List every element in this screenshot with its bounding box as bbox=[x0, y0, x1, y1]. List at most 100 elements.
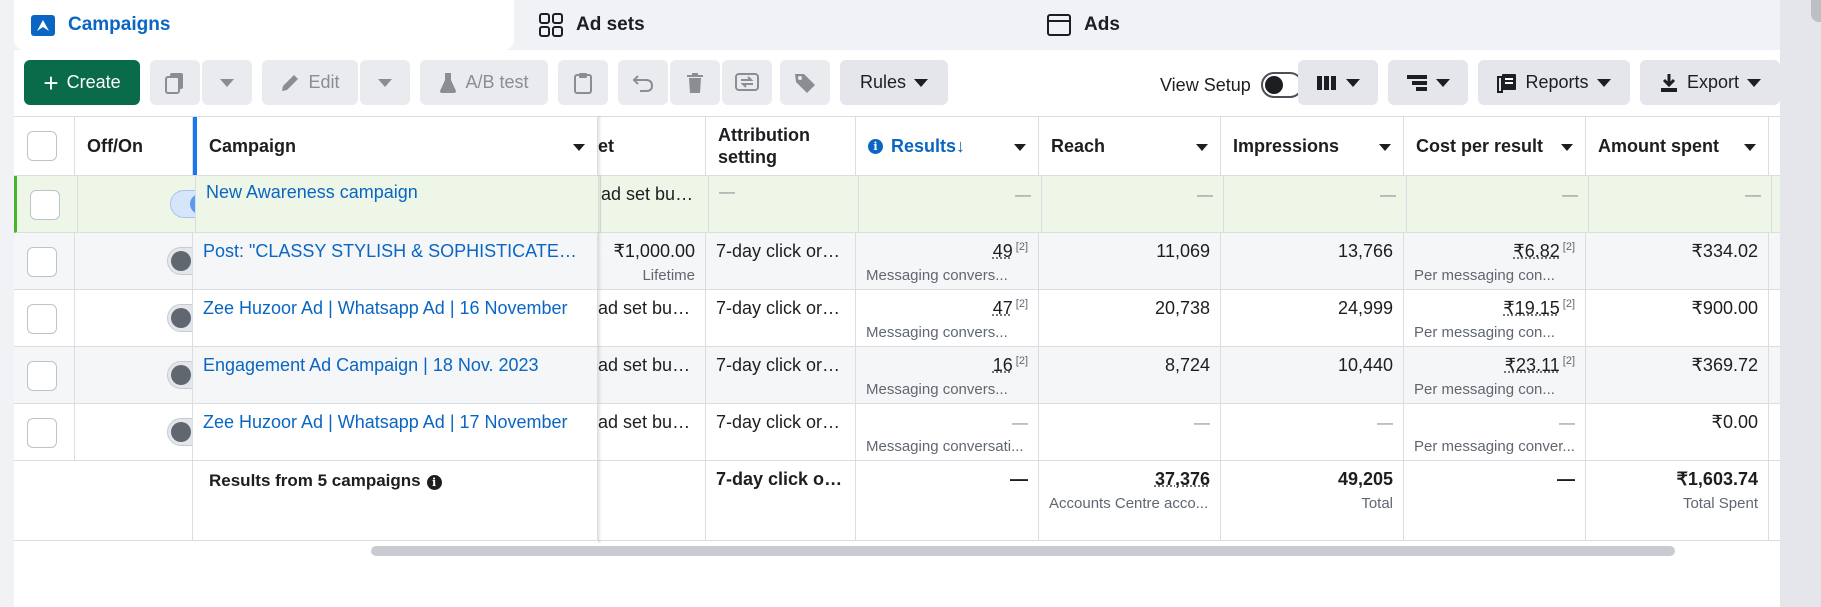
columns-button[interactable] bbox=[1298, 60, 1378, 105]
view-setup-label: View Setup bbox=[1160, 74, 1251, 95]
columns-icon bbox=[1317, 75, 1336, 90]
row-toggle-cell bbox=[75, 404, 193, 460]
tab-campaigns[interactable]: Campaigns bbox=[14, 0, 514, 50]
results-value[interactable]: 47 bbox=[993, 298, 1013, 318]
select-all-checkbox[interactable] bbox=[27, 131, 57, 161]
row-checkbox[interactable] bbox=[27, 361, 57, 391]
results-footnote: [2] bbox=[1015, 241, 1028, 253]
header-spent-label: Amount spent bbox=[1598, 135, 1719, 156]
horizontal-scrollbar[interactable] bbox=[371, 546, 1675, 556]
level-tabs: Campaigns Ad sets Ads bbox=[14, 0, 1780, 50]
header-impressions[interactable]: Impressions bbox=[1221, 117, 1404, 175]
export-button[interactable]: Export bbox=[1640, 60, 1780, 105]
summary-impressions-value: 49,205 bbox=[1337, 469, 1393, 489]
duplicate-menu-button[interactable] bbox=[202, 60, 252, 105]
row-spent: ₹369.72 bbox=[1586, 347, 1769, 403]
header-off-on-label: Off/On bbox=[87, 135, 143, 156]
header-budget[interactable]: et bbox=[598, 117, 706, 175]
attribution-value: 7-day click or 1... bbox=[716, 412, 845, 432]
edit-button[interactable]: Edit bbox=[262, 60, 358, 105]
table-row[interactable]: Post: "CLASSY STYLISH & SOPHISTICATED ..… bbox=[14, 233, 1780, 290]
summary-reach-value[interactable]: 37,376 bbox=[1049, 469, 1210, 490]
summary-reach-sub: Accounts Centre acco... bbox=[1049, 495, 1209, 512]
spent-value: ₹0.00 bbox=[1711, 412, 1759, 432]
table-row[interactable]: Engagement Ad Campaign | 18 Nov. 2023 ad… bbox=[14, 347, 1780, 404]
summary-attribution-value: 7-day click or ... bbox=[716, 469, 845, 489]
breakdown-button[interactable] bbox=[1388, 60, 1468, 105]
cpr-value: — bbox=[1559, 415, 1575, 432]
summary-attribution: 7-day click or ... bbox=[706, 461, 856, 540]
row-select bbox=[14, 290, 75, 346]
campaign-name-link[interactable]: Post: "CLASSY STYLISH & SOPHISTICATED ..… bbox=[203, 241, 587, 262]
ab-test-button[interactable]: A/B test bbox=[420, 60, 548, 105]
row-spent: — bbox=[1589, 176, 1772, 232]
duplicate-button[interactable] bbox=[150, 60, 200, 105]
campaign-on-off-toggle[interactable] bbox=[167, 247, 192, 275]
header-campaign[interactable]: Campaign bbox=[193, 117, 598, 175]
header-cost-per-result[interactable]: Cost per result bbox=[1404, 117, 1586, 175]
info-icon[interactable]: i bbox=[426, 475, 442, 490]
row-checkbox[interactable] bbox=[27, 418, 57, 448]
row-spent: ₹900.00 bbox=[1586, 290, 1769, 346]
row-spent: ₹334.02 bbox=[1586, 233, 1769, 289]
header-results[interactable]: i Results ↓ bbox=[856, 117, 1039, 175]
edit-menu-button[interactable] bbox=[360, 60, 410, 105]
create-button[interactable]: + Create bbox=[24, 60, 140, 105]
row-campaign: Zee Huzoor Ad | Whatsapp Ad | 17 Novembe… bbox=[193, 404, 598, 460]
header-reach-label: Reach bbox=[1051, 135, 1106, 156]
cpr-value[interactable]: ₹19.15 bbox=[1503, 298, 1560, 318]
sort-desc-icon: ↓ bbox=[956, 135, 966, 156]
table-row[interactable]: Zee Huzoor Ad | Whatsapp Ad | 17 Novembe… bbox=[14, 404, 1780, 461]
row-results: — Messaging conversati... bbox=[856, 404, 1039, 460]
campaign-on-off-toggle[interactable] bbox=[167, 304, 192, 332]
budget-value: ad set bud... bbox=[598, 355, 695, 375]
undo-button[interactable] bbox=[618, 60, 668, 105]
row-impressions: 24,999 bbox=[1221, 290, 1404, 346]
budget-value: ₹1,000.00 bbox=[613, 241, 695, 261]
panel-edge-handle[interactable] bbox=[1811, 0, 1821, 22]
results-value[interactable]: 49 bbox=[993, 241, 1013, 261]
chevron-down-icon bbox=[1436, 78, 1450, 87]
table-row[interactable]: Zee Huzoor Ad | Whatsapp Ad | 16 Novembe… bbox=[14, 290, 1780, 347]
tab-ads[interactable]: Ads bbox=[1030, 0, 1530, 50]
row-checkbox[interactable] bbox=[27, 304, 57, 334]
preview-button[interactable] bbox=[722, 60, 772, 105]
campaign-on-off-toggle[interactable] bbox=[167, 361, 192, 389]
campaign-name-link[interactable]: Zee Huzoor Ad | Whatsapp Ad | 16 Novembe… bbox=[203, 298, 587, 319]
header-reach[interactable]: Reach bbox=[1039, 117, 1221, 175]
reports-button[interactable]: Reports bbox=[1478, 60, 1630, 105]
row-budget: ad set bud... bbox=[598, 290, 706, 346]
row-checkbox[interactable] bbox=[30, 190, 60, 220]
rules-button[interactable]: Rules bbox=[840, 60, 948, 105]
results-value[interactable]: 16 bbox=[993, 355, 1013, 375]
ads-manager-page: Campaigns Ad sets Ads + Create Edit A/B … bbox=[0, 0, 1821, 607]
header-amount-spent[interactable]: Amount spent bbox=[1586, 117, 1769, 175]
chevron-down-icon bbox=[573, 144, 585, 151]
toggle-knob bbox=[171, 308, 191, 328]
spent-value: ₹334.02 bbox=[1691, 241, 1758, 261]
row-results: 47 [2] Messaging convers... bbox=[856, 290, 1039, 346]
header-cpr-label: Cost per result bbox=[1416, 135, 1544, 156]
budget-value: ad set bud... bbox=[601, 184, 698, 204]
row-impressions: — bbox=[1224, 176, 1407, 232]
trash-icon bbox=[687, 72, 703, 93]
tab-ad-sets[interactable]: Ad sets bbox=[522, 0, 1022, 50]
delete-button[interactable] bbox=[670, 60, 720, 105]
campaign-on-off-toggle[interactable] bbox=[167, 418, 192, 446]
tag-button[interactable] bbox=[780, 60, 830, 105]
chevron-down-icon bbox=[1196, 144, 1208, 151]
header-ends[interactable]: En bbox=[1769, 117, 1780, 175]
campaign-name-link[interactable]: New Awareness campaign bbox=[206, 182, 590, 203]
table-row[interactable]: New Awareness campaign ad set bud... — —… bbox=[14, 176, 1780, 233]
campaign-on-off-toggle[interactable] bbox=[170, 190, 195, 218]
campaign-name-link[interactable]: Zee Huzoor Ad | Whatsapp Ad | 17 Novembe… bbox=[203, 412, 587, 433]
cpr-value[interactable]: ₹6.82 bbox=[1513, 241, 1560, 261]
view-setup-toggle[interactable] bbox=[1260, 72, 1303, 98]
row-checkbox[interactable] bbox=[27, 247, 57, 277]
clipboard-button[interactable] bbox=[558, 60, 608, 105]
header-attribution[interactable]: Attribution setting bbox=[706, 117, 856, 175]
cpr-value[interactable]: ₹23.11 bbox=[1505, 355, 1560, 375]
campaign-name-link[interactable]: Engagement Ad Campaign | 18 Nov. 2023 bbox=[203, 355, 587, 376]
results-value: — bbox=[1015, 187, 1031, 204]
header-off-on[interactable]: Off/On bbox=[75, 117, 193, 175]
